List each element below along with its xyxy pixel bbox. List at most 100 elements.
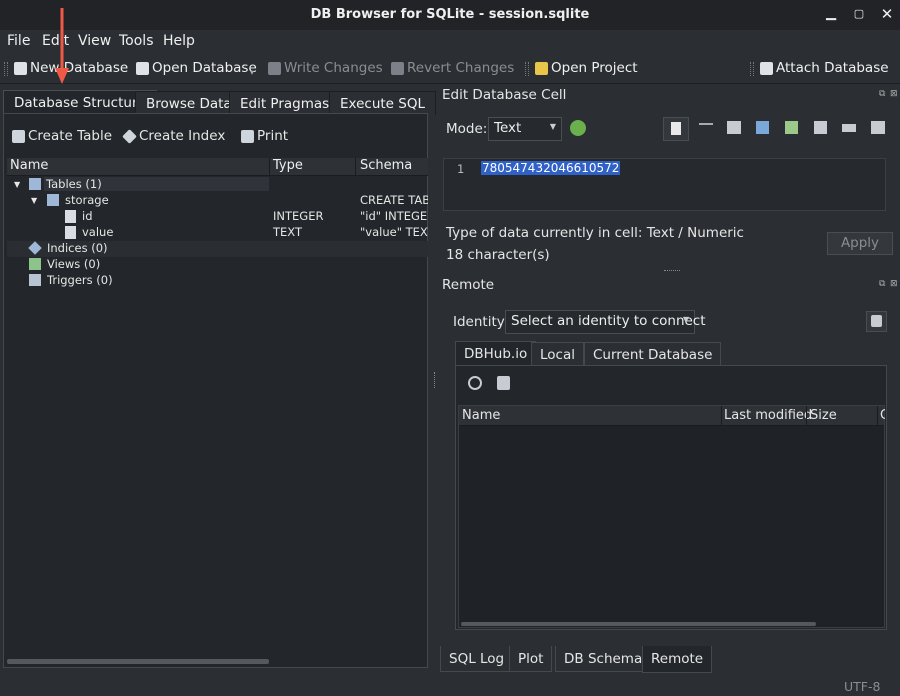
column-separator[interactable] [269,158,270,176]
cell-editor[interactable]: 1 780547432046610572 [443,158,886,211]
column-header-type[interactable]: Type [273,158,303,173]
horizontal-scrollbar[interactable] [461,622,816,626]
import-icon[interactable] [727,121,741,134]
toolbar-handle[interactable] [4,62,8,76]
create-index-button[interactable]: Create Index [122,128,225,144]
main-toolbar: New Database Open Database ▾ Write Chang… [0,54,900,84]
tree-row-storage[interactable]: ▼ storage CREATE TABL [7,193,428,209]
print-button[interactable]: Print [241,128,288,144]
open-database-button[interactable]: Open Database [136,60,257,76]
open-database-dropdown-icon[interactable]: ▾ [250,68,254,77]
tab-browse-data[interactable]: Browse Data [135,91,243,115]
splitter-handle[interactable] [434,372,437,388]
menu-view[interactable]: View [78,33,111,49]
tab-database-structure[interactable]: Database Structure [3,90,157,114]
view-icon [29,258,41,270]
create-table-label: Create Table [28,128,113,144]
new-database-icon [14,61,27,75]
column-separator[interactable] [877,406,878,426]
tree-item-schema: CREATE TABL [360,193,428,207]
identity-settings-button[interactable] [866,311,887,332]
column-header-size[interactable]: Size [810,408,837,423]
remote-list-header: Name Last modified Size C [459,406,885,426]
set-null-icon[interactable] [785,121,798,134]
horizontal-scrollbar[interactable] [7,659,269,664]
revert-changes-button[interactable]: Revert Changes [391,60,514,76]
clone-database-icon[interactable] [497,376,510,390]
print-cell-icon[interactable] [871,121,885,134]
mode-select[interactable]: Text ▼ [488,117,562,141]
text-align-icon[interactable] [699,123,713,125]
tree-row-indices[interactable]: Indices (0) [7,241,428,257]
tab-plot[interactable]: Plot [509,646,553,672]
dock-float-icon[interactable]: ⧉ [879,89,885,99]
tab-remote[interactable]: Remote [642,646,713,673]
tree-item-schema: "value" TEXT [360,225,428,239]
tree-row-views[interactable]: Views (0) [7,257,428,273]
export-icon[interactable] [756,121,769,134]
tab-dbhub[interactable]: DBHub.io [455,341,537,366]
column-header-schema[interactable]: Schema [360,158,412,173]
tab-execute-sql[interactable]: Execute SQL [329,91,436,115]
auto-format-icon[interactable] [570,120,586,136]
maximize-icon[interactable]: ▢ [850,5,868,23]
remote-file-list[interactable]: Name Last modified Size C [458,405,885,628]
table-icon [29,178,41,190]
expand-arrow-icon[interactable]: ▼ [14,180,20,189]
tab-local[interactable]: Local [531,342,584,366]
column-header-last-modified[interactable]: Last modified [724,408,812,423]
menu-tools[interactable]: Tools [119,33,154,49]
tab-sql-log[interactable]: SQL Log [440,646,514,672]
refresh-icon[interactable] [468,376,482,390]
cell-info-icon[interactable] [842,124,856,132]
remote-title: Remote [442,277,495,293]
menu-help[interactable]: Help [163,33,195,49]
field-icon [65,226,76,239]
column-separator[interactable] [806,406,807,426]
dock-close-icon[interactable]: ⊠ [890,89,898,99]
toolbar-handle[interactable] [525,62,529,76]
mode-label: Mode: [446,121,488,137]
tree-item-type: INTEGER [273,209,324,223]
dock-close-icon[interactable]: ⊠ [890,279,898,289]
dock-float-icon[interactable]: ⧉ [879,279,885,289]
title-bar: DB Browser for SQLite - session.sqlite ▁… [0,0,900,30]
field-key-icon [65,210,76,223]
tab-edit-pragmas[interactable]: Edit Pragmas [229,91,341,115]
tree-row-value[interactable]: value TEXT "value" TEXT [7,225,428,241]
open-project-button[interactable]: Open Project [535,60,638,76]
open-external-icon[interactable] [814,121,827,134]
column-header-commit[interactable]: C [880,408,885,423]
column-header-name[interactable]: Name [462,408,500,423]
cell-char-count: 18 character(s) [446,247,550,263]
identity-select[interactable]: Select an identity to connect ▼ [505,310,706,334]
toolbar-handle[interactable] [750,62,754,76]
text-document-icon [671,122,681,135]
cell-type-info: Type of data currently in cell: Text / N… [446,225,744,241]
mode-select-value: Text [494,120,522,136]
cell-value-text: 780547432046610572 [481,161,621,175]
attach-database-button[interactable]: Attach Database [760,60,889,76]
close-icon[interactable]: ✕ [878,5,896,23]
expand-arrow-icon[interactable]: ▼ [31,196,37,205]
column-separator[interactable] [355,158,356,176]
database-structure-panel: Create Table Create Index Print Name Typ… [3,113,428,668]
dock-splitter-handle[interactable] [664,270,680,272]
write-changes-button[interactable]: Write Changes [268,60,383,76]
menu-file[interactable]: File [7,33,30,49]
column-separator[interactable] [721,406,722,426]
apply-button[interactable]: Apply [827,232,893,255]
create-table-button[interactable]: Create Table [12,128,112,144]
tree-row-id[interactable]: id INTEGER "id" INTEGER [7,209,428,225]
tree-row-tables[interactable]: ▼ Tables (1) [7,177,428,193]
tab-db-schema[interactable]: DB Schema [555,646,652,672]
tree-row-triggers[interactable]: Triggers (0) [7,273,428,289]
new-database-button[interactable]: New Database [14,60,128,76]
column-header-name[interactable]: Name [10,158,48,173]
word-wrap-button[interactable] [663,117,689,141]
minimize-icon[interactable]: ▁ [822,5,840,23]
tree-item-name: Tables (1) [44,177,269,191]
tab-current-database[interactable]: Current Database [584,342,722,366]
edit-cell-title: Edit Database Cell [442,87,567,103]
trigger-icon [29,274,41,286]
